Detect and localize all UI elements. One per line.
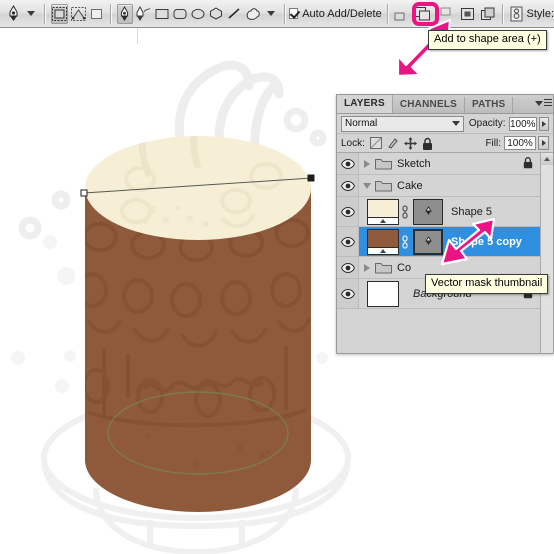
tab-paths[interactable]: PATHS bbox=[465, 97, 514, 113]
blend-mode-value: Normal bbox=[345, 118, 378, 129]
fill-input[interactable]: 100% bbox=[504, 136, 536, 150]
lock-transparent-pixels-icon[interactable] bbox=[369, 137, 382, 149]
layer-row-sketch[interactable]: Sketch bbox=[337, 153, 553, 175]
layer-thumbnail-shape-5-copy[interactable] bbox=[367, 228, 399, 255]
lock-all-icon bbox=[523, 156, 533, 171]
visibility-toggle-background[interactable] bbox=[337, 279, 359, 308]
callout-arrow-vector-mask bbox=[440, 218, 496, 266]
group-disclosure-cake[interactable] bbox=[359, 175, 375, 196]
layers-scrollbar[interactable] bbox=[540, 153, 553, 353]
visibility-toggle-sketch[interactable] bbox=[337, 153, 359, 174]
auto-add-delete-label: Auto Add/Delete bbox=[302, 7, 382, 20]
line-icon[interactable] bbox=[226, 4, 242, 24]
visibility-toggle-cake[interactable] bbox=[337, 175, 359, 196]
group-disclosure-co[interactable] bbox=[359, 257, 375, 278]
vector-mask-thumbnail[interactable] bbox=[413, 228, 443, 255]
path-anchor-right bbox=[307, 174, 315, 182]
fill-label: Fill: bbox=[485, 137, 501, 149]
folder-icon bbox=[375, 261, 392, 274]
panel-menu-icon[interactable] bbox=[535, 98, 552, 109]
lock-all-icon[interactable] bbox=[422, 137, 433, 150]
visibility-toggle-shape-5[interactable] bbox=[337, 197, 359, 226]
tooltip-add-to-shape-area: Add to shape area (+) bbox=[428, 30, 547, 50]
lock-row[interactable]: Lock: Fill: 100% bbox=[337, 134, 553, 153]
photoshop-window: Auto Add/Delete Style: LAYERS CHANNELS P… bbox=[0, 0, 554, 554]
chevron-down-icon bbox=[451, 121, 460, 126]
freeform-pen-icon[interactable] bbox=[135, 4, 152, 24]
auto-add-delete-checkbox[interactable] bbox=[289, 8, 299, 19]
pen-icon[interactable] bbox=[116, 3, 133, 24]
style-label: Style: bbox=[526, 7, 554, 20]
rectangle-icon[interactable] bbox=[154, 4, 170, 24]
pen-tool-icon[interactable] bbox=[5, 4, 22, 24]
tool-options-bar[interactable]: Auto Add/Delete Style: bbox=[0, 0, 554, 28]
divider bbox=[386, 3, 388, 24]
vector-mask-thumbnail-shape-5[interactable] bbox=[413, 198, 443, 225]
opacity-label: Opacity: bbox=[468, 118, 506, 129]
blend-mode-row[interactable]: Normal Opacity: 100% bbox=[337, 114, 553, 134]
polygon-icon[interactable] bbox=[208, 4, 224, 24]
layer-thumbnail-shape-5[interactable] bbox=[367, 198, 399, 225]
link-icon[interactable] bbox=[399, 204, 410, 219]
divider bbox=[283, 3, 285, 24]
layer-name-sketch: Sketch bbox=[397, 157, 431, 170]
divider bbox=[43, 3, 45, 24]
tab-layers[interactable]: LAYERS bbox=[337, 95, 393, 113]
lock-label: Lock: bbox=[341, 137, 365, 149]
fill-pixels-icon[interactable] bbox=[89, 4, 105, 24]
visibility-toggle-co[interactable] bbox=[337, 257, 359, 278]
folder-icon bbox=[375, 179, 392, 192]
divider bbox=[110, 3, 111, 24]
visibility-toggle-shape-5-copy[interactable] bbox=[337, 227, 359, 256]
custom-shape-icon[interactable] bbox=[244, 4, 262, 24]
folder-icon bbox=[375, 157, 392, 170]
layer-name-shape-5: Shape 5 bbox=[451, 205, 492, 218]
layer-thumbnail-background[interactable] bbox=[367, 280, 399, 307]
layer-style-swatch-icon[interactable] bbox=[509, 5, 524, 23]
fill-slider-button[interactable] bbox=[538, 136, 549, 150]
lock-image-pixels-icon[interactable] bbox=[387, 137, 399, 149]
paths-icon[interactable] bbox=[70, 4, 87, 24]
canvas-guide bbox=[137, 28, 138, 44]
geometry-options-chevron-down-icon[interactable] bbox=[266, 11, 275, 16]
path-anchor-left bbox=[80, 189, 88, 197]
opacity-input[interactable]: 100% bbox=[508, 116, 538, 131]
tool-preset-chevron-down-icon[interactable] bbox=[26, 11, 35, 16]
distribute-icon[interactable] bbox=[479, 5, 495, 23]
divider bbox=[501, 3, 503, 24]
lock-position-icon[interactable] bbox=[403, 136, 417, 150]
align-icon[interactable] bbox=[460, 5, 475, 23]
shape-layers-icon[interactable] bbox=[50, 3, 68, 24]
link-icon[interactable] bbox=[399, 234, 410, 249]
group-disclosure-sketch[interactable] bbox=[359, 153, 375, 174]
opacity-slider-button[interactable] bbox=[539, 116, 549, 131]
layer-row-cake[interactable]: Cake bbox=[337, 175, 553, 197]
scrollbar-track[interactable] bbox=[541, 165, 553, 353]
layer-name-co: Co bbox=[397, 261, 412, 274]
blend-mode-select[interactable]: Normal bbox=[341, 115, 464, 132]
rounded-rectangle-icon[interactable] bbox=[172, 4, 188, 24]
layer-name-cake: Cake bbox=[397, 179, 423, 192]
tooltip-vector-mask-thumbnail: Vector mask thumbnail bbox=[425, 274, 549, 294]
panel-tab-bar[interactable]: LAYERS CHANNELS PATHS bbox=[337, 95, 553, 114]
ellipse-icon[interactable] bbox=[190, 4, 206, 24]
tab-channels[interactable]: CHANNELS bbox=[393, 97, 466, 113]
